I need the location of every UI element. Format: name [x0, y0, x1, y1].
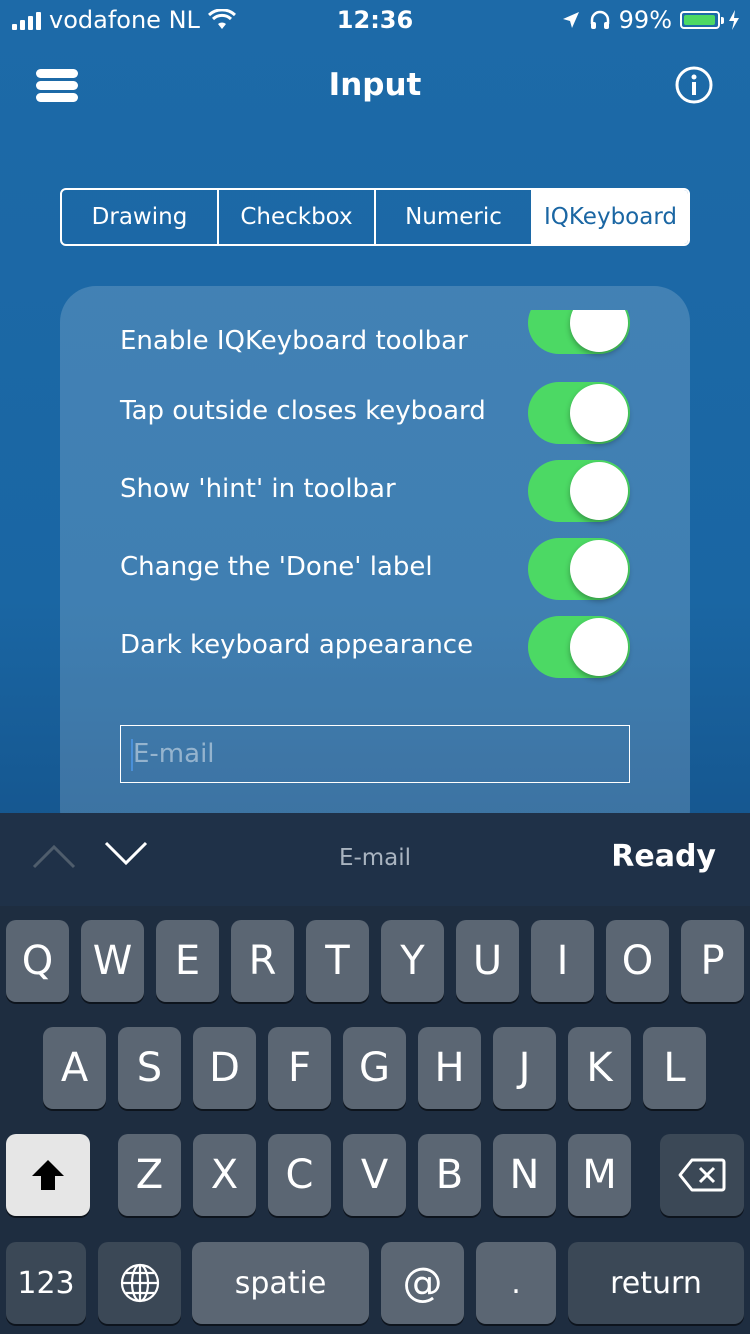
toggle-knob — [570, 310, 628, 352]
key-a[interactable]: A — [43, 1027, 106, 1109]
battery-percent: 99% — [618, 6, 672, 34]
setting-label: Dark keyboard appearance — [120, 630, 474, 660]
toggle-knob — [570, 384, 628, 442]
info-icon[interactable] — [674, 65, 714, 105]
charging-icon — [729, 10, 739, 30]
settings-card: Enable IQKeyboard toolbar Tap outside cl… — [60, 286, 690, 846]
key-r[interactable]: R — [231, 920, 294, 1002]
key-l[interactable]: L — [643, 1027, 706, 1109]
email-placeholder: E-mail — [133, 739, 215, 769]
toggle-dark-keyboard[interactable] — [528, 616, 630, 678]
key-v[interactable]: V — [343, 1134, 406, 1216]
key-g[interactable]: G — [343, 1027, 406, 1109]
setting-row-done-label: Change the 'Done' label — [120, 536, 630, 600]
key-c[interactable]: C — [268, 1134, 331, 1216]
keyboard: Q W E R T Y U I O P A S D F G H J K L Z … — [0, 906, 750, 1334]
location-icon — [562, 12, 579, 28]
shift-key[interactable] — [6, 1134, 90, 1216]
toggle-enable-toolbar[interactable] — [528, 310, 630, 354]
toggle-show-hint[interactable] — [528, 460, 630, 522]
toggle-knob — [570, 618, 628, 676]
setting-label: Change the 'Done' label — [120, 552, 433, 582]
dot-key[interactable]: . — [476, 1242, 556, 1324]
segment-checkbox[interactable]: Checkbox — [219, 190, 376, 244]
keyboard-toolbar: E-mail Ready — [0, 813, 750, 906]
key-u[interactable]: U — [456, 920, 519, 1002]
setting-row-dark-keyboard: Dark keyboard appearance — [120, 614, 630, 678]
setting-row-tap-outside: Tap outside closes keyboard — [120, 380, 630, 444]
globe-icon — [120, 1263, 159, 1303]
space-key[interactable]: spatie — [192, 1242, 369, 1324]
setting-row-show-hint: Show 'hint' in toolbar — [120, 458, 630, 522]
key-x[interactable]: X — [193, 1134, 256, 1216]
toggle-tap-outside[interactable] — [528, 382, 630, 444]
globe-key[interactable] — [98, 1242, 181, 1324]
segmented-control: Drawing Checkbox Numeric IQKeyboard — [60, 188, 690, 246]
segment-iqkeyboard[interactable]: IQKeyboard — [533, 190, 688, 244]
key-w[interactable]: W — [81, 920, 144, 1002]
toggle-knob — [570, 462, 628, 520]
key-i[interactable]: I — [531, 920, 594, 1002]
key-e[interactable]: E — [156, 920, 219, 1002]
key-m[interactable]: M — [568, 1134, 631, 1216]
email-field[interactable]: E-mail — [120, 725, 630, 783]
setting-row-toolbar: Enable IQKeyboard toolbar — [120, 310, 630, 366]
battery-icon — [680, 11, 724, 29]
key-n[interactable]: N — [493, 1134, 556, 1216]
toggle-done-label[interactable] — [528, 538, 630, 600]
setting-label: Enable IQKeyboard toolbar — [120, 326, 468, 356]
key-d[interactable]: D — [193, 1027, 256, 1109]
key-z[interactable]: Z — [118, 1134, 181, 1216]
key-s[interactable]: S — [118, 1027, 181, 1109]
segment-numeric[interactable]: Numeric — [376, 190, 533, 244]
setting-label: Tap outside closes keyboard — [120, 396, 486, 426]
key-p[interactable]: P — [681, 920, 744, 1002]
segment-drawing[interactable]: Drawing — [62, 190, 219, 244]
key-h[interactable]: H — [418, 1027, 481, 1109]
key-t[interactable]: T — [306, 920, 369, 1002]
key-o[interactable]: O — [606, 920, 669, 1002]
setting-label: Show 'hint' in toolbar — [120, 474, 396, 504]
key-j[interactable]: J — [493, 1027, 556, 1109]
shift-icon — [32, 1160, 64, 1190]
numbers-key[interactable]: 123 — [6, 1242, 86, 1324]
key-y[interactable]: Y — [381, 920, 444, 1002]
headphones-icon — [590, 10, 609, 29]
key-b[interactable]: B — [418, 1134, 481, 1216]
key-k[interactable]: K — [568, 1027, 631, 1109]
status-right: 99% — [561, 6, 740, 34]
backspace-icon — [678, 1158, 726, 1192]
at-key[interactable]: @ — [381, 1242, 464, 1324]
toggle-knob — [570, 540, 628, 598]
done-button[interactable]: Ready — [611, 839, 716, 874]
key-q[interactable]: Q — [6, 920, 69, 1002]
backspace-key[interactable] — [660, 1134, 744, 1216]
page-title: Input — [328, 67, 422, 103]
return-key[interactable]: return — [568, 1242, 744, 1324]
nav-bar: Input — [0, 55, 750, 115]
key-f[interactable]: F — [268, 1027, 331, 1109]
status-bar: vodafone NL 12:36 99% — [0, 0, 750, 40]
